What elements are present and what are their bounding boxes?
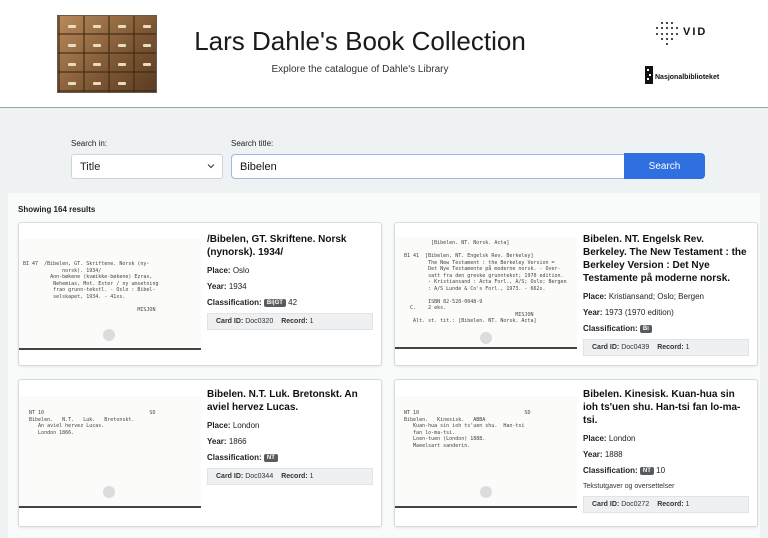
card-id-bar: Card ID: Doc0272 Record: 1	[583, 496, 749, 513]
result-card[interactable]: BI 47 /Bibelen, GT. Skriftene. Norsk (ny…	[18, 222, 382, 366]
result-title[interactable]: /Bibelen, GT. Skriftene. Norsk (nynorsk)…	[207, 233, 373, 259]
result-classification: Classification: NT 10	[583, 466, 666, 475]
card-hole	[103, 329, 115, 341]
results-count: Showing 164 results	[18, 205, 96, 214]
nasjonalbiblioteket-logo-text: Nasjonalbiblioteket	[655, 74, 720, 81]
card-hole	[103, 486, 115, 498]
page-title: Lars Dahle's Book Collection	[194, 26, 526, 56]
result-card[interactable]: NT 10 SD Bibelen. Kinesisk. ABBA Kuan-hu…	[394, 379, 758, 527]
result-year: Year: 1934	[207, 282, 247, 291]
catalogue-card-image: BI 47 /Bibelen, GT. Skriftene. Norsk (ny…	[19, 239, 201, 350]
classification-badge: Bi	[639, 325, 652, 333]
page-subtitle: Explore the catalogue of Dahle's Library	[271, 64, 449, 75]
result-title[interactable]: Bibelen. Kinesisk. Kuan-hua sin ioh ts'u…	[583, 388, 749, 427]
catalogue-card-text: [Bibelen. NT. Norsk. Acta] B1 41 [Bibele…	[404, 240, 567, 324]
result-classification: Classification: NT	[207, 453, 373, 462]
site-header: Lars Dahle's Book Collection Explore the…	[0, 0, 768, 108]
catalogue-card-text: NT 10 SD Bibelen. Kinesisk. ABBA Kuan-hu…	[404, 410, 531, 449]
result-classification: Classification: Bi	[583, 324, 749, 333]
classification-badge: Bi|GT	[263, 299, 286, 307]
card-id-bar: Card ID: Doc0439 Record: 1	[583, 339, 749, 356]
result-title[interactable]: Bibelen. NT. Engelsk Rev. Berkeley. The …	[583, 233, 749, 285]
search-field-select[interactable]: Title	[71, 154, 223, 179]
catalogue-card-text: BI 47 /Bibelen, GT. Skriftene. Norsk (ny…	[23, 261, 159, 313]
card-hole	[480, 486, 492, 498]
catalogue-card-image: NT 10 SD Bibelen. Kinesisk. ABBA Kuan-hu…	[395, 396, 577, 508]
result-card[interactable]: NT 10 SD Bibelen. N.T. Luk. Bretonskt. A…	[18, 379, 382, 527]
search-in-label: Search in:	[71, 139, 108, 148]
result-year: Year: 1888	[583, 450, 623, 459]
catalogue-card-text: NT 10 SD Bibelen. N.T. Luk. Bretonskt. A…	[29, 410, 156, 436]
card-hole	[480, 332, 492, 344]
search-input[interactable]	[231, 154, 625, 179]
search-button[interactable]: Search	[624, 153, 705, 179]
card-id-bar: Card ID: Doc0344 Record: 1	[207, 468, 373, 485]
catalogue-card-image: NT 10 SD Bibelen. N.T. Luk. Bretonskt. A…	[19, 396, 201, 508]
result-place: Place: London	[207, 421, 260, 430]
card-id-bar: Card ID: Doc0320 Record: 1	[207, 313, 373, 330]
search-title-label: Search title:	[231, 139, 274, 148]
result-note: Tekstutgaver og oversettelser	[583, 483, 675, 490]
result-year: Year: 1866	[207, 437, 247, 446]
result-year: Year: 1973 (1970 edition)	[583, 308, 674, 317]
classification-badge: NT	[639, 467, 654, 475]
chevron-down-icon	[207, 164, 215, 169]
result-place: Place: Kristiansand; Oslo; Bergen	[583, 292, 704, 301]
classification-badge: NT	[263, 454, 278, 462]
result-place: Place: London	[583, 434, 636, 443]
result-card[interactable]: [Bibelen. NT. Norsk. Acta] B1 41 [Bibele…	[394, 222, 758, 366]
result-title[interactable]: Bibelen. N.T. Luk. Bretonskt. An aviel h…	[207, 388, 373, 414]
vid-logo-text: VID	[683, 26, 708, 38]
result-classification: Classification: Bi|GT 42	[207, 298, 298, 307]
search-field-selected: Title	[80, 161, 101, 173]
result-place: Place: Oslo	[207, 266, 250, 275]
card-catalogue-photo	[57, 15, 157, 93]
catalogue-card-image: [Bibelen. NT. Norsk. Acta] B1 41 [Bibele…	[395, 237, 577, 349]
